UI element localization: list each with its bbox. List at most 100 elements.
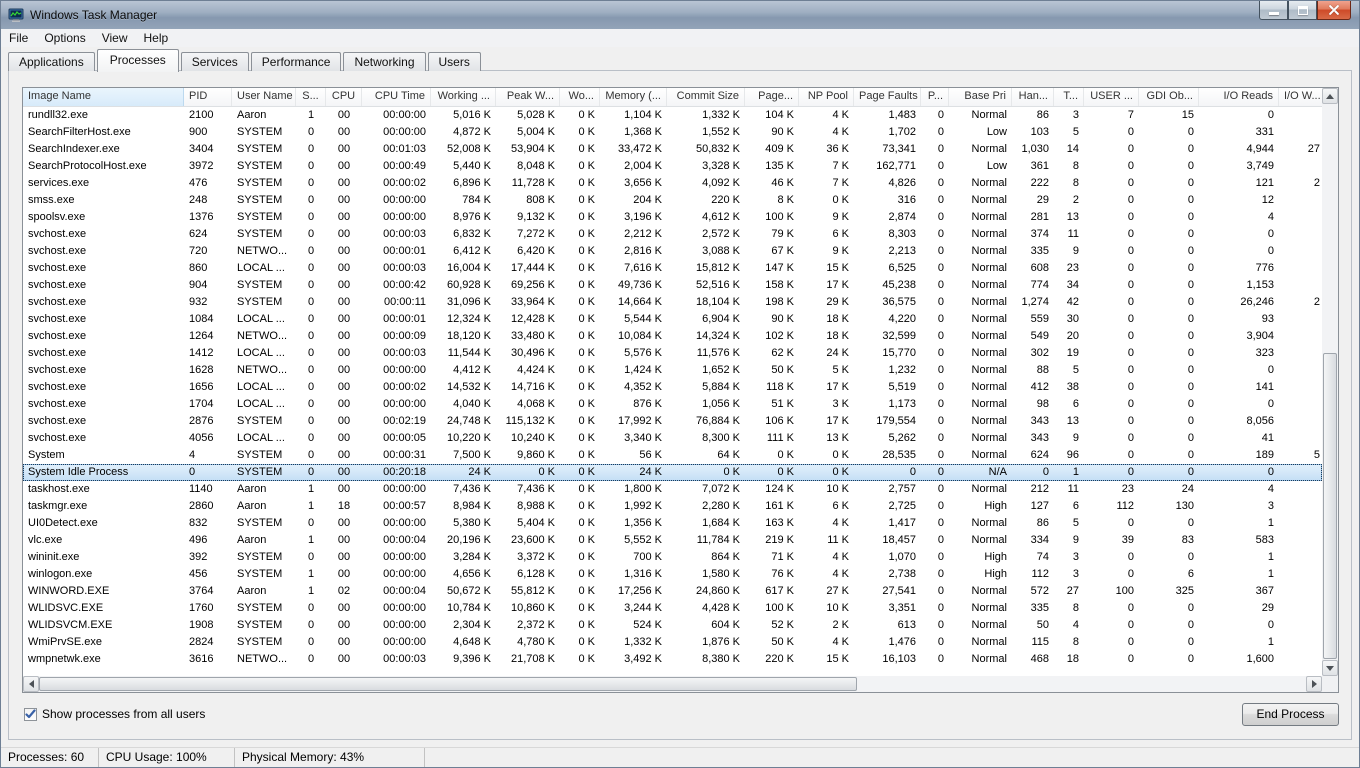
table-cell: 0	[1139, 396, 1199, 413]
table-cell: 16,004 K	[431, 260, 496, 277]
table-row[interactable]: SearchFilterHost.exe900SYSTEM00000:00:00…	[23, 124, 1322, 141]
table-cell: 0	[296, 124, 326, 141]
table-row[interactable]: taskhost.exe1140Aaron10000:00:007,436 K7…	[23, 481, 1322, 498]
table-row[interactable]: UI0Detect.exe832SYSTEM00000:00:005,380 K…	[23, 515, 1322, 532]
column-header-commit-size[interactable]: Commit Size	[667, 88, 745, 107]
tab-users[interactable]: Users	[428, 52, 481, 71]
table-row[interactable]: svchost.exe1264NETWO...00000:00:0918,120…	[23, 328, 1322, 345]
table-cell: 1628	[184, 362, 232, 379]
table-cell: 17 K	[799, 413, 854, 430]
column-header-memory[interactable]: Memory (...	[600, 88, 667, 107]
column-header-page-faults[interactable]: Page Faults	[854, 88, 921, 107]
table-row[interactable]: svchost.exe2876SYSTEM00000:02:1924,748 K…	[23, 413, 1322, 430]
end-process-button[interactable]: End Process	[1242, 703, 1339, 726]
table-cell: 583	[1199, 532, 1279, 549]
table-row[interactable]: System Idle Process0SYSTEM00000:20:1824 …	[23, 464, 1322, 481]
table-cell: 0 K	[560, 532, 600, 549]
column-header-np-pool[interactable]: NP Pool	[799, 88, 854, 107]
table-cell: SYSTEM	[232, 549, 296, 566]
menu-file[interactable]: File	[1, 30, 36, 46]
table-cell: 0	[296, 464, 326, 481]
table-cell: 79 K	[745, 226, 799, 243]
table-cell: 98	[1012, 396, 1054, 413]
table-row[interactable]: WLIDSVCM.EXE1908SYSTEM00000:00:002,304 K…	[23, 617, 1322, 634]
table-cell: 83	[1139, 532, 1199, 549]
table-row[interactable]: svchost.exe1704LOCAL ...00000:00:004,040…	[23, 396, 1322, 413]
column-header-user-name[interactable]: User Name	[232, 88, 296, 107]
table-row[interactable]: spoolsv.exe1376SYSTEM00000:00:008,976 K9…	[23, 209, 1322, 226]
table-row[interactable]: svchost.exe1656LOCAL ...00000:00:0214,53…	[23, 379, 1322, 396]
table-cell: 4 K	[799, 107, 854, 124]
tab-applications[interactable]: Applications	[8, 52, 95, 71]
scroll-right-button[interactable]	[1306, 676, 1322, 692]
table-row[interactable]: svchost.exe720NETWO...00000:00:016,412 K…	[23, 243, 1322, 260]
table-row[interactable]: rundll32.exe2100Aaron10000:00:005,016 K5…	[23, 107, 1322, 124]
show-all-users-checkbox[interactable]: Show processes from all users	[24, 707, 205, 721]
table-row[interactable]: WLIDSVC.EXE1760SYSTEM00000:00:0010,784 K…	[23, 600, 1322, 617]
column-header-wo[interactable]: Wo...	[560, 88, 600, 107]
column-header-base-pri[interactable]: Base Pri	[949, 88, 1012, 107]
column-header-p[interactable]: P...	[921, 88, 949, 107]
table-row[interactable]: wmpnetwk.exe3616NETWO...00000:00:039,396…	[23, 651, 1322, 668]
table-cell: 24 K	[600, 464, 667, 481]
column-header-working[interactable]: Working ...	[431, 88, 496, 107]
table-row[interactable]: svchost.exe904SYSTEM00000:00:4260,928 K6…	[23, 277, 1322, 294]
table-row[interactable]: winlogon.exe456SYSTEM10000:00:004,656 K6…	[23, 566, 1322, 583]
column-header-user[interactable]: USER ...	[1084, 88, 1139, 107]
table-row[interactable]: svchost.exe1628NETWO...00000:00:004,412 …	[23, 362, 1322, 379]
column-header-han[interactable]: Han...	[1012, 88, 1054, 107]
column-header-cpu-time[interactable]: CPU Time	[362, 88, 431, 107]
column-header-i-o-w[interactable]: I/O W...	[1279, 88, 1322, 107]
vertical-scrollbar[interactable]	[1322, 88, 1338, 676]
minimize-button[interactable]	[1259, 1, 1288, 20]
table-cell: rundll32.exe	[23, 107, 184, 124]
table-row[interactable]: svchost.exe1412LOCAL ...00000:00:0311,54…	[23, 345, 1322, 362]
table-row[interactable]: smss.exe248SYSTEM00000:00:00784 K808 K0 …	[23, 192, 1322, 209]
tab-processes[interactable]: Processes	[97, 49, 179, 72]
column-header-pid[interactable]: PID	[184, 88, 232, 107]
title-bar[interactable]: Windows Task Manager	[1, 1, 1359, 29]
tab-networking[interactable]: Networking	[343, 52, 425, 71]
table-row[interactable]: svchost.exe4056LOCAL ...00000:00:0510,22…	[23, 430, 1322, 447]
scroll-up-button[interactable]	[1322, 88, 1338, 104]
table-row[interactable]: svchost.exe1084LOCAL ...00000:00:0112,32…	[23, 311, 1322, 328]
table-row[interactable]: System4SYSTEM00000:00:317,500 K9,860 K0 …	[23, 447, 1322, 464]
table-row[interactable]: svchost.exe932SYSTEM00000:00:1131,096 K3…	[23, 294, 1322, 311]
column-header-i-o-reads[interactable]: I/O Reads	[1199, 88, 1279, 107]
table-row[interactable]: SearchProtocolHost.exe3972SYSTEM00000:00…	[23, 158, 1322, 175]
table-row[interactable]: taskmgr.exe2860Aaron11800:00:578,984 K8,…	[23, 498, 1322, 515]
menu-options[interactable]: Options	[36, 30, 93, 46]
scroll-left-button[interactable]	[23, 676, 39, 692]
table-cell: 4 K	[799, 549, 854, 566]
table-row[interactable]: svchost.exe860LOCAL ...00000:00:0316,004…	[23, 260, 1322, 277]
column-header-peak-w[interactable]: Peak W...	[496, 88, 560, 107]
tab-services[interactable]: Services	[181, 52, 249, 71]
horizontal-scroll-thumb[interactable]	[39, 677, 857, 691]
close-button[interactable]	[1317, 1, 1351, 20]
horizontal-scrollbar[interactable]	[23, 676, 1322, 692]
column-header-page[interactable]: Page...	[745, 88, 799, 107]
vertical-scroll-thumb[interactable]	[1323, 353, 1337, 659]
maximize-button[interactable]	[1288, 1, 1317, 20]
table-cell: 8,303	[854, 226, 921, 243]
scroll-down-button[interactable]	[1322, 660, 1338, 676]
table-row[interactable]: SearchIndexer.exe3404SYSTEM00000:01:0352…	[23, 141, 1322, 158]
table-row[interactable]: WmiPrvSE.exe2824SYSTEM00000:00:004,648 K…	[23, 634, 1322, 651]
table-row[interactable]: svchost.exe624SYSTEM00000:00:036,832 K7,…	[23, 226, 1322, 243]
table-row[interactable]: services.exe476SYSTEM00000:00:026,896 K1…	[23, 175, 1322, 192]
menu-view[interactable]: View	[94, 30, 136, 46]
column-header-image-name[interactable]: Image Name	[23, 88, 184, 107]
table-row[interactable]: vlc.exe496Aaron10000:00:0420,196 K23,600…	[23, 532, 1322, 549]
column-header-s[interactable]: S...	[296, 88, 326, 107]
column-header-t[interactable]: T...	[1054, 88, 1084, 107]
column-header-gdi-ob[interactable]: GDI Ob...	[1139, 88, 1199, 107]
table-cell: 0	[921, 311, 949, 328]
menu-help[interactable]: Help	[136, 30, 177, 46]
table-cell: 1	[1199, 549, 1279, 566]
table-cell: 900	[184, 124, 232, 141]
tab-performance[interactable]: Performance	[251, 52, 342, 71]
table-row[interactable]: wininit.exe392SYSTEM00000:00:003,284 K3,…	[23, 549, 1322, 566]
table-cell	[1279, 226, 1322, 243]
table-row[interactable]: WINWORD.EXE3764Aaron10200:00:0450,672 K5…	[23, 583, 1322, 600]
column-header-cpu[interactable]: CPU	[326, 88, 362, 107]
